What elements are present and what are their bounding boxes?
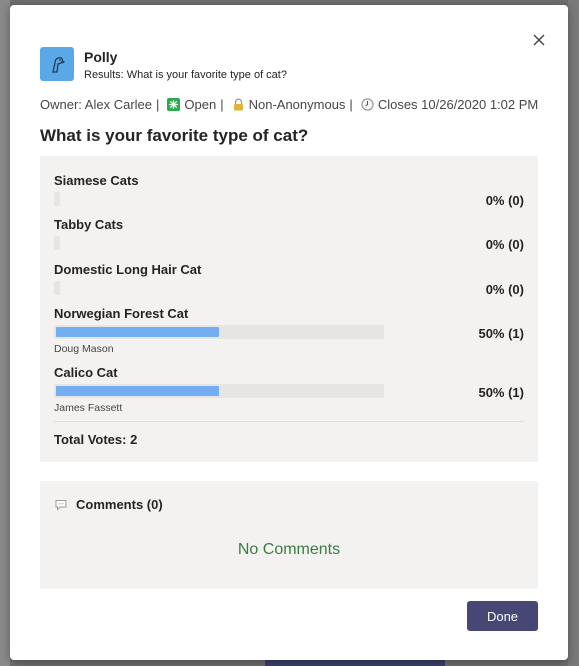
separator: | [220, 97, 224, 112]
option-bar-fill [56, 386, 219, 396]
option-bar-fill [56, 327, 219, 337]
option-percent: 50% (1) [478, 326, 524, 341]
done-button[interactable]: Done [467, 601, 538, 631]
divider [54, 421, 524, 422]
app-subtitle: Results: What is your favorite type of c… [84, 69, 287, 81]
separator: | [156, 97, 160, 112]
results-panel: Siamese Cats 0% (0) Tabby Cats 0% (0) Do… [40, 156, 538, 462]
option-label: Norwegian Forest Cat [54, 306, 189, 321]
background-app-bar [265, 660, 445, 666]
poll-option: Norwegian Forest Cat 50% (1) Doug Mason [54, 306, 524, 355]
background-app-right [568, 0, 579, 666]
option-label: Tabby Cats [54, 217, 124, 232]
poll-meta-line: Owner: Alex Carlee | Open | Non-Anonymou… [40, 97, 538, 112]
poll-option: Calico Cat 50% (1) James Fassett [54, 365, 524, 414]
option-bar [54, 384, 384, 398]
closes-text: Closes 10/26/2020 1:02 PM [377, 97, 539, 112]
close-icon [533, 34, 545, 46]
open-status-icon [167, 98, 181, 111]
option-bar [54, 192, 60, 206]
clock-icon [361, 98, 374, 111]
option-voters: James Fassett [54, 402, 123, 414]
poll-option: Tabby Cats 0% (0) [54, 217, 524, 252]
owner-text: Owner: Alex Carlee [40, 97, 152, 112]
comments-header: Comments (0) [54, 497, 163, 512]
parrot-icon [52, 57, 66, 73]
option-bar [54, 325, 384, 339]
option-label: Siamese Cats [54, 173, 139, 188]
option-label: Calico Cat [54, 365, 118, 380]
lock-icon [233, 98, 243, 111]
comments-title: Comments (0) [76, 497, 163, 512]
option-percent: 50% (1) [478, 385, 524, 400]
app-name: Polly [84, 49, 118, 65]
option-voters: Doug Mason [54, 343, 114, 355]
poll-question: What is your favorite type of cat? [40, 126, 309, 145]
no-comments-text: No Comments [237, 541, 341, 558]
polly-app-icon [40, 47, 74, 81]
status-text: Open [184, 97, 217, 112]
option-bar [54, 236, 60, 250]
anonymity-text: Non-Anonymous [248, 97, 346, 112]
comment-icon [55, 499, 67, 511]
option-bar [54, 281, 60, 295]
background-app-left [0, 0, 10, 666]
poll-results-dialog: Polly Results: What is your favorite typ… [10, 5, 568, 660]
separator: | [349, 97, 353, 112]
close-button[interactable] [530, 31, 548, 49]
option-percent: 0% (0) [485, 193, 524, 208]
option-percent: 0% (0) [485, 282, 524, 297]
option-percent: 0% (0) [485, 237, 524, 252]
option-label: Domestic Long Hair Cat [54, 262, 202, 277]
total-votes: Total Votes: 2 [54, 432, 138, 447]
poll-option: Domestic Long Hair Cat 0% (0) [54, 262, 524, 297]
comments-panel: Comments (0) No Comments [40, 481, 538, 589]
poll-option: Siamese Cats 0% (0) [54, 173, 524, 208]
